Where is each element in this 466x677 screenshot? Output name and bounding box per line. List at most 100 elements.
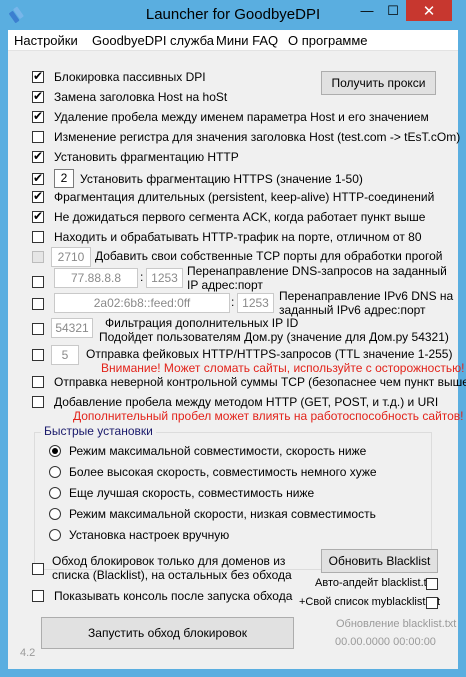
option-no-ack[interactable]: Не дожидаться первого сегмента ACK, когд… (32, 209, 426, 224)
fake-checkbox[interactable] (32, 349, 44, 361)
auto-update-label: Авто-апдейт blacklist.txt (315, 577, 436, 589)
option-label: Добавление пробела между методом HTTP (G… (54, 395, 439, 409)
option-extra-space[interactable]: Добавление пробела между методом HTTP (G… (32, 395, 438, 409)
ipid-label-2: Подойдет пользователям Дом.ру (значение … (99, 330, 449, 344)
option-label: Отправка неверной контрольной суммы TCP … (54, 375, 466, 389)
checkbox[interactable] (32, 396, 44, 408)
option-other-port[interactable]: Находить и обрабатывать HTTP-трафик на п… (32, 230, 422, 244)
option-label: Изменение регистра для значения заголовк… (54, 130, 461, 144)
ipid-input[interactable]: 54321 (51, 318, 93, 338)
dns6-ip-input[interactable]: 2a02:6b8::feed:0ff (54, 293, 230, 313)
checkbox[interactable] (32, 149, 44, 163)
option-wrong-checksum[interactable]: Отправка неверной контрольной суммы TCP … (32, 375, 466, 389)
radio-button[interactable] (49, 466, 61, 478)
option-passive-dpi[interactable]: Блокировка пассивных DPI (32, 69, 206, 84)
option-label: Находить и обрабатывать HTTP-трафик на п… (54, 230, 422, 244)
quick-option-2[interactable]: Еще лучшая скорость, совместимость ниже (49, 486, 314, 500)
dns-colon: : (140, 270, 144, 284)
menu-service[interactable]: GoodbyeDPI служба (92, 33, 214, 48)
ports-label: Добавить свои собственные TCP порты для … (95, 249, 443, 263)
checkbox[interactable] (32, 109, 44, 123)
dns6-checkbox[interactable] (32, 298, 44, 310)
option-host-replace[interactable]: Замена заголовка Host на hoSt (32, 89, 228, 104)
own-list-label: +Свой список myblacklist.txt (299, 596, 441, 608)
option-label: Показывать консоль после запуска обхода (54, 589, 293, 603)
version-label: 4.2 (20, 647, 36, 659)
checkbox[interactable] (32, 131, 44, 143)
dns-checkbox[interactable] (32, 276, 44, 288)
client-area: Настройки GoodbyeDPI служба Мини FAQ О п… (8, 30, 466, 669)
checkbox[interactable] (32, 209, 44, 223)
menu-about[interactable]: О программе (288, 33, 368, 48)
checkbox[interactable] (32, 189, 44, 203)
option-label: Установить фрагментацию HTTP (54, 150, 239, 164)
menu-bar: Настройки GoodbyeDPI служба Мини FAQ О п… (8, 30, 458, 51)
checkbox[interactable] (32, 171, 44, 185)
dns-ip-input[interactable]: 77.88.8.8 (54, 268, 138, 288)
quick-settings-title: Быстрые установки (41, 424, 156, 438)
space-warning: Дополнительный пробел может влиять на ра… (73, 409, 464, 423)
option-http-frag[interactable]: Установить фрагментацию HTTP (32, 149, 239, 164)
show-console-option[interactable]: Показывать консоль после запуска обхода (32, 589, 292, 603)
radio-button[interactable] (49, 529, 61, 541)
dns-port-input[interactable]: 1253 (146, 268, 183, 288)
radio-label: Режим максимальной скорости, низкая совм… (69, 507, 376, 521)
checkbox[interactable] (32, 89, 44, 103)
dns6-label-2: заданный IPv6 адрес:порт (279, 303, 426, 317)
checkbox[interactable] (32, 376, 44, 388)
radio-label: Еще лучшая скорость, совместимость ниже (69, 486, 315, 500)
radio-label: Режим максимальной совместимости, скорос… (69, 444, 367, 458)
checkbox[interactable] (32, 69, 44, 83)
start-bypass-button[interactable]: Запустить обход блокировок (41, 617, 294, 649)
menu-settings[interactable]: Настройки (14, 33, 78, 48)
https-frag-value[interactable]: 2 (54, 169, 74, 188)
option-host-space[interactable]: Удаление пробела между именем параметра … (32, 109, 429, 124)
blacklist-only-checkbox[interactable] (32, 563, 44, 575)
dns6-port-input[interactable]: 1253 (237, 293, 274, 313)
ipid-checkbox[interactable] (32, 323, 44, 335)
close-button[interactable]: ✕ (406, 0, 452, 21)
menu-faq[interactable]: Мини FAQ (216, 33, 278, 48)
radio-label: Установка настроек вручную (69, 528, 230, 542)
quick-option-0[interactable]: Режим максимальной совместимости, скорос… (49, 444, 366, 458)
checkbox[interactable] (32, 231, 44, 243)
fake-ttl-input[interactable]: 5 (51, 345, 79, 365)
blacklist-update-time: 00.00.0000 00:00:00 (335, 636, 436, 648)
title-bar[interactable]: Launcher for GoodbyeDPI — ☐ ✕ (0, 0, 466, 30)
option-label: Установить фрагментацию HTTPS (значение … (80, 171, 363, 186)
fake-label: Отправка фейковых HTTP/HTTPS-запросов (T… (86, 347, 453, 361)
option-label: Фрагментация длительных (persistent, kee… (54, 190, 435, 204)
fake-warning: Внимание! Может сломать сайты, используй… (101, 361, 465, 375)
minimize-button[interactable]: — (354, 0, 380, 21)
auto-update-checkbox[interactable] (426, 578, 438, 590)
option-label: Замена заголовка Host на hoSt (54, 90, 228, 104)
radio-button[interactable] (49, 445, 61, 457)
ipid-label-1: Фильтрация дополнительных IP ID (105, 316, 299, 330)
maximize-button[interactable]: ☐ (380, 0, 406, 21)
dns6-colon: : (231, 295, 235, 309)
update-blacklist-button[interactable]: Обновить Blacklist (321, 549, 438, 573)
option-label: Не дожидаться первого сегмента ACK, когд… (54, 210, 426, 224)
quick-option-3[interactable]: Режим максимальной скорости, низкая совм… (49, 507, 376, 521)
quick-option-1[interactable]: Более высокая скорость, совместимость не… (49, 465, 377, 479)
quick-option-4[interactable]: Установка настроек вручную (49, 528, 229, 542)
blacklist-only-label-2: списка (Blacklist), на остальных без обх… (52, 568, 292, 582)
option-label: Удаление пробела между именем параметра … (54, 110, 429, 124)
dns-label-2: IP адрес:порт (187, 278, 263, 292)
get-proxy-button[interactable]: Получить прокси (321, 71, 436, 95)
dns-label-1: Перенаправление DNS-запросов на заданный (187, 264, 447, 278)
blacklist-update-label: Обновление blacklist.txt (336, 618, 457, 630)
radio-label: Более высокая скорость, совместимость не… (69, 465, 377, 479)
ports-input[interactable]: 2710 (51, 247, 91, 267)
own-list-checkbox[interactable] (426, 597, 438, 609)
option-persistent-frag[interactable]: Фрагментация длительных (persistent, kee… (32, 189, 435, 204)
blacklist-only-label-1: Обход блокировок только для доменов из (52, 554, 286, 568)
option-host-case[interactable]: Изменение регистра для значения заголовк… (32, 130, 460, 144)
radio-button[interactable] (49, 508, 61, 520)
ports-checkbox (32, 251, 44, 263)
option-https-frag[interactable]: 2 Установить фрагментацию HTTPS (значени… (32, 169, 363, 188)
radio-button[interactable] (49, 487, 61, 499)
checkbox[interactable] (32, 590, 44, 602)
app-window: Launcher for GoodbyeDPI — ☐ ✕ Настройки … (0, 0, 466, 677)
dns6-label-1: Перенаправление IPv6 DNS на (279, 289, 454, 303)
